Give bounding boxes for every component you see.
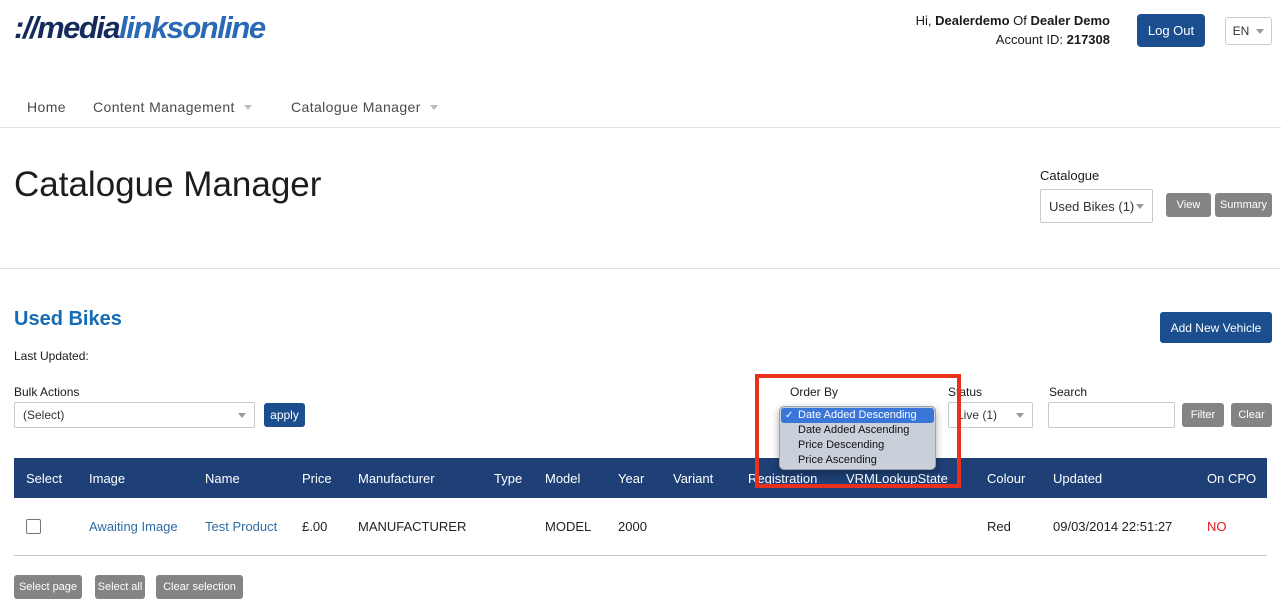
catalogue-select-value: Used Bikes (1) [1049,199,1134,214]
chevron-down-icon [1136,204,1144,209]
nav-item-home[interactable]: Home [27,99,66,115]
view-button[interactable]: View [1166,193,1211,217]
column-header-on-cpo: On CPO [1207,471,1267,486]
logout-button[interactable]: Log Out [1137,14,1205,47]
model-cell: MODEL [545,519,618,534]
column-header-type: Type [494,471,545,486]
greeting-dealer: Dealer Demo [1031,13,1110,28]
select-cell [26,519,89,534]
section-title: Used Bikes [14,308,122,331]
clear-button[interactable]: Clear [1231,403,1272,427]
manufacturer-cell: MANUFACTURER [358,519,494,534]
logo-slashes: :// [14,10,37,45]
awaiting-image-link[interactable]: Awaiting Image [89,519,178,534]
table-row: Awaiting Image Test Product £.00 MANUFAC… [14,498,1267,556]
column-header-price: Price [302,471,358,486]
price-cell: £.00 [302,519,358,534]
order-by-label: Order By [790,385,838,399]
dropdown-option-date-added-descending[interactable]: ✓ Date Added Descending [781,408,934,423]
greeting-of: Of [1013,13,1027,28]
summary-button[interactable]: Summary [1215,193,1272,217]
bulk-actions-value: (Select) [23,408,64,422]
chevron-down-icon [1016,413,1024,418]
search-input[interactable] [1048,402,1175,428]
dropdown-option-label: Date Added Descending [798,408,917,423]
page-title: Catalogue Manager [14,165,321,205]
add-new-vehicle-button[interactable]: Add New Vehicle [1160,312,1272,343]
catalogue-select[interactable]: Used Bikes (1) [1040,189,1153,223]
chevron-down-icon [244,105,252,110]
column-header-updated: Updated [1053,471,1207,486]
dropdown-option-label: Price Descending [798,439,884,451]
nav-item-content-management[interactable]: Content Management [93,99,252,115]
chevron-down-icon [1256,29,1264,34]
checkmark-icon: ✓ [785,408,798,423]
logo[interactable]: ://medialinksonline [14,10,265,46]
language-selector[interactable]: EN [1225,17,1272,45]
nav-catalogue-manager-label: Catalogue Manager [291,99,421,115]
image-cell: Awaiting Image [89,519,205,534]
table-header-row: Select Image Name Price Manufacturer Typ… [14,458,1267,498]
catalogue-label: Catalogue [1040,168,1099,183]
greeting-username: Dealerdemo [935,13,1009,28]
column-header-vrmlookupstate: VRMLookupState [846,471,987,486]
clear-selection-button[interactable]: Clear selection [156,575,243,599]
nav-home-label: Home [27,99,66,115]
year-cell: 2000 [618,519,673,534]
nav-item-catalogue-manager[interactable]: Catalogue Manager [291,99,438,115]
chevron-down-icon [238,413,246,418]
search-label: Search [1049,385,1087,399]
select-all-button[interactable]: Select all [95,575,145,599]
account-id: 217308 [1067,32,1110,47]
column-header-select: Select [26,471,89,486]
user-info: Hi, Dealerdemo Of Dealer Demo Account ID… [916,11,1110,49]
nav-divider [0,127,1281,128]
chevron-down-icon [430,105,438,110]
status-value: Live (1) [957,408,997,422]
column-header-variant: Variant [673,471,748,486]
account-line: Account ID: 217308 [916,30,1110,49]
dropdown-option-label: Price Ascending [798,454,877,466]
column-header-name: Name [205,471,302,486]
bulk-actions-label: Bulk Actions [14,385,79,399]
dropdown-option-date-added-ascending[interactable]: Date Added Ascending [781,423,934,438]
column-header-year: Year [618,471,673,486]
dropdown-option-price-descending[interactable]: Price Descending [781,438,934,453]
language-value: EN [1233,24,1250,38]
logo-links-text: linksonline [119,10,264,45]
section-divider [0,268,1281,269]
order-by-dropdown-list: ✓ Date Added Descending Date Added Ascen… [779,406,936,470]
logo-media-text: media [37,10,119,45]
colour-cell: Red [987,519,1053,534]
greeting-hi: Hi, [916,13,932,28]
account-label: Account ID: [996,32,1063,47]
nav-content-management-label: Content Management [93,99,235,115]
dropdown-option-label: Date Added Ascending [798,424,909,436]
on-cpo-cell: NO [1207,519,1267,534]
select-page-button[interactable]: Select page [14,575,82,599]
dropdown-option-price-ascending[interactable]: Price Ascending [781,453,934,468]
column-header-registration: Registration [748,471,846,486]
status-label: Status [948,385,982,399]
column-header-model: Model [545,471,618,486]
last-updated-label: Last Updated: [14,349,89,363]
vehicle-table: Select Image Name Price Manufacturer Typ… [14,458,1267,556]
product-name-link[interactable]: Test Product [205,519,277,534]
filter-button[interactable]: Filter [1182,403,1224,427]
column-header-colour: Colour [987,471,1053,486]
status-select[interactable]: Live (1) [948,402,1033,428]
name-cell: Test Product [205,519,302,534]
bulk-actions-select[interactable]: (Select) [14,402,255,428]
greeting-line: Hi, Dealerdemo Of Dealer Demo [916,11,1110,30]
row-checkbox[interactable] [26,519,41,534]
column-header-manufacturer: Manufacturer [358,471,494,486]
column-header-image: Image [89,471,205,486]
updated-cell: 09/03/2014 22:51:27 [1053,519,1207,534]
page: ://medialinksonline Hi, Dealerdemo Of De… [0,0,1281,609]
apply-button[interactable]: apply [264,403,305,427]
